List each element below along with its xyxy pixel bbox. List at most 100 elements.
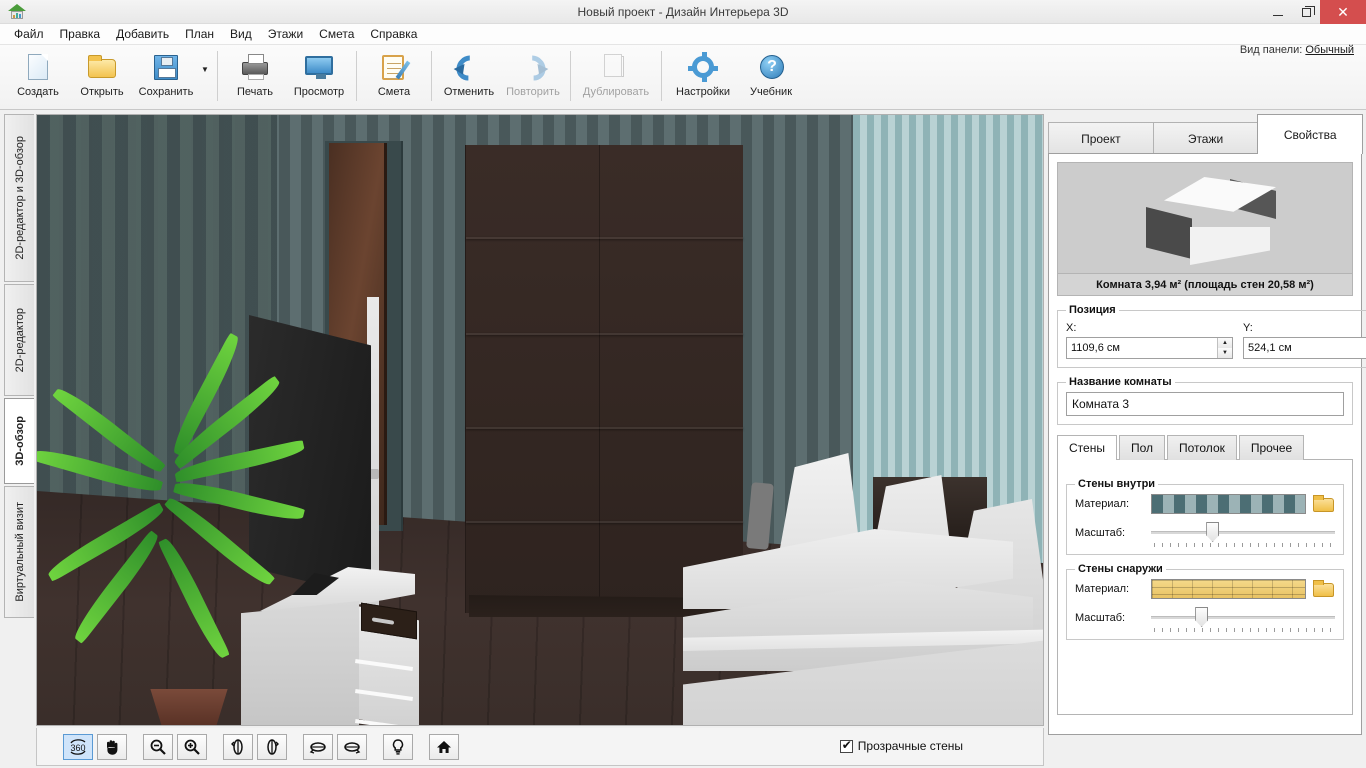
chevron-down-icon[interactable]: ▼ bbox=[198, 49, 212, 107]
sidebar-item-3d-view[interactable]: 3D-обзор bbox=[4, 398, 34, 484]
inside-scale-slider[interactable] bbox=[1151, 520, 1335, 546]
outside-scale-label: Масштаб: bbox=[1075, 612, 1151, 624]
outside-browse-folder-icon[interactable] bbox=[1313, 579, 1335, 599]
x-stepper[interactable]: ▲▼ bbox=[1066, 337, 1233, 359]
home-reset-icon[interactable] bbox=[429, 734, 459, 760]
svg-text:360: 360 bbox=[70, 743, 85, 753]
settings-button[interactable]: Настройки bbox=[667, 49, 739, 107]
print-button[interactable]: Печать bbox=[223, 49, 287, 107]
estimate-button[interactable]: Смета bbox=[362, 49, 426, 107]
room-name-group: Название комнаты bbox=[1057, 376, 1353, 425]
title-bar: Новый проект - Дизайн Интерьера 3D ✕ bbox=[0, 0, 1366, 24]
transparent-walls-checkbox[interactable]: Прозрачные стены bbox=[840, 739, 963, 753]
light-bulb-icon[interactable] bbox=[383, 734, 413, 760]
undo-button[interactable]: Отменить bbox=[437, 49, 501, 107]
rotate-horizontal-right-icon[interactable] bbox=[337, 734, 367, 760]
save-project-button[interactable]: Сохранить bbox=[134, 49, 198, 107]
printer-icon bbox=[238, 52, 272, 84]
tutorial-button[interactable]: ? Учебник bbox=[739, 49, 803, 107]
panel-tabs: Проект Этажи Свойства bbox=[1048, 114, 1362, 154]
maximize-icon[interactable] bbox=[1292, 0, 1320, 24]
rotate-vertical-right-icon[interactable] bbox=[257, 734, 287, 760]
toolbar-separator bbox=[570, 51, 571, 101]
y-stepper[interactable]: ▲▼ bbox=[1243, 337, 1366, 359]
sidebar-item-2d-and-3d[interactable]: 2D-редактор и 3D-обзор bbox=[4, 114, 34, 282]
checkbox-box[interactable] bbox=[840, 740, 853, 753]
estimate-notepad-icon bbox=[377, 52, 411, 84]
menu-item-view[interactable]: Вид bbox=[222, 25, 260, 43]
orbit-360-icon[interactable]: 360 bbox=[63, 734, 93, 760]
duplicate-button[interactable]: Дублировать bbox=[576, 49, 656, 107]
walls-inside-group: Стены внутри Материал: Масштаб: bbox=[1066, 478, 1344, 555]
sidebar-label-2d-editor: 2D-редактор bbox=[14, 304, 26, 376]
rotate-vertical-left-icon[interactable] bbox=[223, 734, 253, 760]
room-summary: Комната 3,94 м² (площадь стен 20,58 м²) bbox=[1057, 274, 1353, 296]
panel-view-setting: Вид панели: Обычный bbox=[1240, 44, 1354, 56]
new-project-button[interactable]: Создать bbox=[6, 49, 70, 107]
outside-material-label: Материал: bbox=[1075, 583, 1151, 595]
outside-material-swatch[interactable] bbox=[1151, 579, 1306, 599]
duplicate-pages-icon bbox=[599, 52, 633, 84]
position-legend: Позиция bbox=[1066, 304, 1119, 316]
zoom-in-icon[interactable] bbox=[177, 734, 207, 760]
panel-view-link[interactable]: Обычный bbox=[1305, 44, 1354, 56]
monitor-preview-icon bbox=[302, 52, 336, 84]
menu-item-help[interactable]: Справка bbox=[362, 25, 425, 43]
y-input[interactable] bbox=[1244, 338, 1366, 358]
menu-item-estimate[interactable]: Смета bbox=[311, 25, 362, 43]
left-mode-tabs: 2D-редактор и 3D-обзор 2D-редактор 3D-об… bbox=[4, 114, 36, 736]
help-question-icon: ? bbox=[754, 52, 788, 84]
3d-scene bbox=[37, 115, 1043, 725]
view-toolbar: 360 bbox=[36, 728, 1044, 766]
preview-button[interactable]: Просмотр bbox=[287, 49, 351, 107]
sofa[interactable] bbox=[683, 453, 1044, 726]
menu-item-plan[interactable]: План bbox=[177, 25, 222, 43]
menu-item-floors[interactable]: Этажи bbox=[260, 25, 311, 43]
redo-button[interactable]: Повторить bbox=[501, 49, 565, 107]
properties-panel: Проект Этажи Свойства Комната 3,94 м² (п… bbox=[1048, 114, 1362, 736]
zoom-out-icon[interactable] bbox=[143, 734, 173, 760]
sidebar-label-3d-view: 3D-обзор bbox=[14, 412, 26, 470]
sidebar-label-virtual-tour: Виртуальный визит bbox=[14, 498, 26, 606]
subtab-ceiling[interactable]: Потолок bbox=[1167, 435, 1237, 460]
subtab-other[interactable]: Прочее bbox=[1239, 435, 1304, 460]
undo-arrow-icon bbox=[452, 52, 486, 84]
x-label: X: bbox=[1066, 322, 1233, 334]
rotate-horizontal-left-icon[interactable] bbox=[303, 734, 333, 760]
subtab-floor[interactable]: Пол bbox=[1119, 435, 1165, 460]
x-down-arrow[interactable]: ▼ bbox=[1218, 348, 1232, 358]
sidebar-label-2d-and-3d: 2D-редактор и 3D-обзор bbox=[14, 132, 26, 264]
transparent-walls-label: Прозрачные стены bbox=[858, 739, 963, 753]
outside-scale-slider[interactable] bbox=[1151, 605, 1335, 631]
subtab-walls[interactable]: Стены bbox=[1057, 435, 1117, 460]
close-icon[interactable]: ✕ bbox=[1320, 0, 1366, 24]
inside-material-swatch[interactable] bbox=[1151, 494, 1306, 514]
sidebar-item-virtual-tour[interactable]: Виртуальный визит bbox=[4, 486, 34, 618]
menu-item-edit[interactable]: Правка bbox=[52, 25, 109, 43]
toolbar-separator bbox=[356, 51, 357, 101]
tab-project[interactable]: Проект bbox=[1048, 122, 1154, 154]
sidebar-item-2d-editor[interactable]: 2D-редактор bbox=[4, 284, 34, 396]
tab-properties[interactable]: Свойства bbox=[1257, 114, 1363, 154]
room-name-input[interactable] bbox=[1066, 392, 1344, 416]
x-input[interactable] bbox=[1067, 338, 1217, 358]
open-project-button[interactable]: Открыть bbox=[70, 49, 134, 107]
minimize-icon[interactable] bbox=[1264, 0, 1292, 24]
inside-scale-label: Масштаб: bbox=[1075, 527, 1151, 539]
open-folder-icon bbox=[85, 52, 119, 84]
redo-arrow-icon bbox=[516, 52, 550, 84]
x-up-arrow[interactable]: ▲ bbox=[1218, 338, 1232, 348]
potted-plant[interactable] bbox=[57, 295, 317, 725]
properties-body: Комната 3,94 м² (площадь стен 20,58 м²) … bbox=[1048, 153, 1362, 735]
pan-hand-icon[interactable] bbox=[97, 734, 127, 760]
walls-outside-legend: Стены снаружи bbox=[1075, 563, 1166, 575]
panel-view-label: Вид панели: bbox=[1240, 44, 1302, 56]
inside-browse-folder-icon[interactable] bbox=[1313, 494, 1335, 514]
main-toolbar: Создать Открыть Сохранить ▼ Печать Просм… bbox=[0, 45, 1366, 110]
menu-item-file[interactable]: Файл bbox=[6, 25, 52, 43]
3d-room-view[interactable] bbox=[36, 114, 1044, 726]
toolbar-separator bbox=[431, 51, 432, 101]
menu-item-add[interactable]: Добавить bbox=[108, 25, 177, 43]
tab-floors[interactable]: Этажи bbox=[1153, 122, 1259, 154]
x-field: X: ▲▼ bbox=[1066, 322, 1233, 359]
